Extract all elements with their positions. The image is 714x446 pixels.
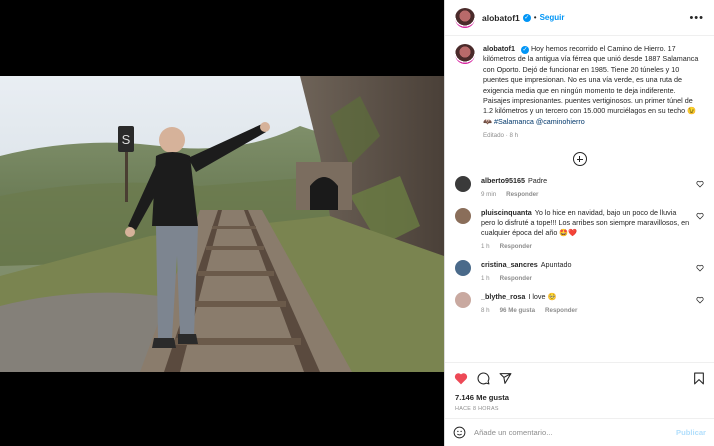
follow-button[interactable]: Seguir [540,13,565,22]
verified-icon: ✓ [520,46,529,55]
post-photo[interactable]: S [0,76,444,372]
comment-avatar[interactable] [455,292,471,309]
comment-text: alberto95165 Padre [481,176,547,186]
comment-username[interactable]: pluiscinquanta [481,208,532,217]
comment-like-icon[interactable] [696,180,704,188]
post-media: S [0,0,444,446]
comment-time: 1 h [481,275,490,283]
reply-button[interactable]: Responder [500,243,532,250]
reply-button[interactable]: Responder [500,275,532,282]
publish-button[interactable]: Publicar [676,428,706,437]
comment-avatar[interactable] [455,208,471,225]
comment-text: pluiscinquanta Yo lo hice en navidad, baj… [481,208,690,238]
caption-username[interactable]: alobatof1 [483,44,515,53]
caption-tags[interactable]: #Salamanca @caminohierro [494,117,585,126]
comment-like-icon[interactable] [696,264,704,272]
share-icon[interactable] [499,372,512,385]
comment-avatar[interactable] [455,260,471,277]
caption-body: Hoy hemos recorrido el Camino de Hierro.… [483,44,699,126]
comment-username[interactable]: _blythe_rosa [481,292,525,301]
likes-count[interactable]: 7.146 Me gusta [445,393,714,402]
comment-input[interactable] [474,428,669,437]
more-icon[interactable]: ••• [689,12,704,24]
comment-item: pluiscinquanta Yo lo hice en navidad, baj… [455,208,704,250]
caption: alobatof1 ✓ Hoy hemos recorrido el Camino… [455,44,704,127]
comment-likes[interactable]: 96 Me gusta [500,307,535,314]
post-panel: alobatof1 ✓ • Seguir ••• alobatof1 ✓ Hoy … [444,0,714,446]
comment-meta: 1 h Responder [481,275,572,282]
add-comment-bar: Publicar [445,418,714,446]
comment-icon[interactable] [477,372,490,385]
comment-meta: 8 h 96 Me gusta Responder [481,307,577,314]
action-icons [445,363,714,393]
caption-avatar[interactable] [455,44,475,64]
comment-body: I love 🥺 [528,292,557,302]
caption-edited: Editado · 8 h [483,132,519,140]
separator-dot: • [533,13,537,22]
comment-avatar[interactable] [455,176,471,193]
reply-button[interactable]: Responder [506,191,538,198]
verified-icon: ✓ [522,13,531,22]
comment-username[interactable]: alberto95165 [481,176,525,185]
comment-item: alberto95165 Padre 9 min Responder [455,176,704,198]
comment-meta: 9 min Responder [481,191,547,198]
comment-time: 9 min [481,191,497,199]
comments-list: alberto95165 Padre 9 min Responder pluiscinq… [455,176,704,314]
comment-like-icon[interactable] [696,212,704,220]
comment-like-icon[interactable] [696,296,704,304]
post-header: alobatof1 ✓ • Seguir ••• [445,0,714,36]
comment-body: Apuntado [540,260,572,270]
comment-time: 8 h [481,307,490,315]
caption-text: alobatof1 ✓ Hoy hemos recorrido el Camino… [483,44,704,127]
reply-button[interactable]: Responder [545,307,577,314]
comment-body: Padre [527,176,548,186]
load-more-comments-icon[interactable] [572,152,587,167]
svg-text:S: S [122,132,131,147]
comment-time: 1 h [481,243,490,251]
comment-username[interactable]: cristina_sancres [481,260,538,269]
comment-meta: 1 h Responder [481,243,690,250]
avatar[interactable] [455,7,475,28]
post-time: HACE 8 HORAS [455,406,499,412]
save-bookmark-icon[interactable] [693,372,705,385]
comment-text: cristina_sancres Apuntado [481,260,572,270]
comments-area[interactable]: alobatof1 ✓ Hoy hemos recorrido el Camino… [445,36,714,362]
comment-item: _blythe_rosa I love 🥺 8 h 96 Me gusta Respon… [455,292,704,314]
action-bar: 7.146 Me gusta HACE 8 HORAS Publicar [445,362,714,446]
header-username[interactable]: alobatof1 [482,13,520,23]
like-heart-icon[interactable] [454,372,468,385]
emoji-icon[interactable] [453,426,466,439]
comment-item: cristina_sancres Apuntado 1 h Responder [455,260,704,282]
comment-text: _blythe_rosa I love 🥺 [481,292,577,302]
